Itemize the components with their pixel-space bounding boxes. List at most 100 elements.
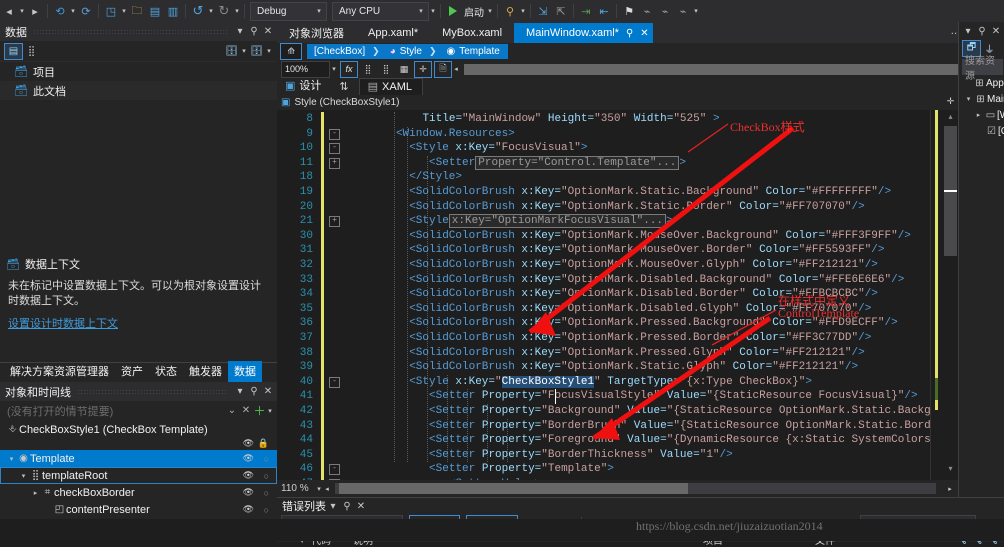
lock-icon[interactable]: ○ (264, 505, 269, 515)
outline-toggle[interactable]: - (329, 376, 340, 388)
code-line[interactable]: <Window.Resources> (396, 127, 515, 142)
chevrons-down-icon[interactable]: ⌄ (225, 405, 239, 416)
eye-icon[interactable]: 👁 (243, 470, 254, 481)
tab-triggers[interactable]: 触发器 (183, 361, 228, 382)
new-project-icon[interactable]: ◳ (102, 2, 120, 20)
code-line[interactable]: <SolidColorBrush x:Key="OptionMark.Stati… (409, 185, 891, 200)
navigate-backward-icon[interactable]: ⟲ (51, 2, 69, 20)
close-icon[interactable]: ✕ (354, 501, 368, 512)
outline-toggle[interactable]: - (329, 128, 340, 140)
save-all-icon[interactable]: ▥ (164, 2, 182, 20)
solution-item-window[interactable]: ▸ ▭ [W (959, 107, 1004, 123)
redo-dropdown-icon[interactable]: ▾ (233, 7, 241, 15)
eye-icon[interactable]: 👁 (243, 504, 254, 515)
swap-panes-button[interactable]: ⇅ (331, 79, 358, 95)
breadcrumb-item-checkbox[interactable]: [CheckBox] (307, 44, 370, 59)
undo-dropdown-icon[interactable]: ▾ (207, 7, 215, 15)
effects-fx-icon[interactable]: fx (340, 60, 358, 78)
code-line[interactable]: <SolidColorBrush x:Key="OptionMark.Stati… (409, 200, 865, 215)
code-line[interactable]: <SolidColorBrush x:Key="OptionMark.Mouse… (409, 258, 878, 273)
objects-root-row[interactable]: ⎀ CheckBoxStyle1 (CheckBox Template) (0, 420, 277, 439)
panel-menu-icon[interactable]: ▾ (233, 386, 247, 397)
panel-menu-icon[interactable]: ▾ (326, 501, 340, 512)
pin-icon[interactable]: ⚲ (975, 26, 989, 37)
data-tree-item-document[interactable]: 🗃 此文档 (0, 81, 277, 100)
breadcrumb-item-template[interactable]: ◉ Template (439, 44, 508, 59)
object-tree-item-template[interactable]: ▾ ◉ Template 👁 ○ (0, 450, 277, 467)
code-line[interactable]: <Style x:Key="CheckBoxStyle1" TargetType… (409, 375, 812, 390)
editor-horizontal-scrollbar[interactable] (335, 483, 936, 494)
start-debug-label[interactable]: 启动 (464, 4, 484, 19)
close-icon[interactable]: ✕ (640, 28, 648, 39)
code-line[interactable]: <SolidColorBrush x:Key="OptionMark.Press… (409, 331, 871, 346)
chevron-down-icon[interactable]: ▾ (240, 47, 248, 55)
panel-overflow-icon[interactable]: ‥ (947, 26, 961, 37)
platform-extra-dropdown-icon[interactable]: ▾ (429, 7, 437, 15)
expander-icon[interactable]: ▾ (963, 95, 974, 103)
collapsed-region[interactable]: x:Key="OptionMarkFocusVisual"... (448, 214, 667, 229)
outline-toggle[interactable]: + (329, 216, 340, 228)
new-project-dropdown-icon[interactable]: ▾ (120, 7, 128, 15)
code-line[interactable]: <Setter Property="Template"> (429, 462, 614, 477)
outline-toggle[interactable]: + (329, 157, 340, 169)
comment-icon[interactable]: ⌁ (638, 2, 656, 20)
lock-icon[interactable]: ○ (264, 471, 269, 481)
snap-grid-icon[interactable]: ⣿ (378, 62, 394, 77)
object-tree-item-checkboxborder[interactable]: ▸ ⌗ checkBoxBorder 👁 ○ (0, 484, 277, 501)
list-view-icon[interactable]: ▤ (4, 42, 23, 60)
tab-states[interactable]: 状态 (149, 361, 183, 382)
code-line[interactable]: <SolidColorBrush x:Key="OptionMark.Mouse… (409, 243, 884, 258)
expander-icon[interactable]: ▾ (6, 455, 17, 463)
code-line[interactable]: <Setter Property="FocusVisualStyle" Valu… (429, 389, 918, 404)
solution-item-mainwindow[interactable]: ▾ ⊞ Main\ (959, 91, 1004, 107)
code-line[interactable]: <SolidColorBrush x:Key="OptionMark.Disab… (409, 273, 904, 288)
tab-mainwindow-xaml[interactable]: MainWindow.xaml* ⚲ ✕ (514, 23, 653, 43)
tab-app-xaml[interactable]: App.xaml* (356, 23, 430, 43)
editor-vertical-scrollbar[interactable]: ▴ ▾ (943, 110, 958, 480)
snap-to-gridlines-icon[interactable]: ▦ (396, 62, 412, 77)
bookmark-icon[interactable]: ⚑ (620, 2, 638, 20)
back-dropdown-icon[interactable]: ▾ (18, 7, 26, 15)
redo-icon[interactable]: ↻ (215, 2, 233, 20)
pin-icon[interactable]: ⚲ (247, 386, 261, 397)
split-view-icon[interactable]: ✛ (943, 92, 958, 110)
solution-explorer-search-input[interactable]: 搜索资源 (962, 56, 1003, 82)
platform-combo[interactable]: Any CPU ▾ (332, 1, 429, 21)
start-debug-icon[interactable] (444, 2, 462, 20)
set-design-time-data-context-link[interactable]: 设置设计时数据上下文 (0, 309, 277, 337)
chevron-down-icon[interactable]: ▾ (266, 407, 274, 415)
chevron-down-icon[interactable]: ▾ (330, 65, 338, 73)
collapsed-region[interactable]: Property="Control.Template"... (475, 155, 680, 170)
navigate-dropdown-icon[interactable]: ▾ (69, 7, 77, 15)
code-line[interactable]: <Style x:Key="OptionMarkFocusVisual"... > (409, 214, 673, 229)
code-line[interactable]: <Setter Property="BorderBrush" Value="{S… (429, 419, 970, 434)
designer-zoom-combo[interactable]: 100% (281, 60, 330, 78)
solution-item-checkbox[interactable]: ☑ [C (959, 123, 1004, 139)
selected-token[interactable]: CheckBoxStyle1 (501, 375, 595, 388)
tab-mybox-xaml[interactable]: MyBox.xaml (430, 23, 514, 43)
back-icon[interactable]: ◂ (0, 2, 18, 20)
designer-horizontal-scrollbar[interactable] (464, 63, 1000, 75)
code-line[interactable]: <Style x:Key="FocusVisual"> (409, 141, 587, 156)
grid-view-icon[interactable]: ⣿ (23, 44, 40, 59)
add-data-source-icon[interactable]: 🗄 (223, 44, 240, 59)
more-tools-icon[interactable]: ⌁ (674, 2, 692, 20)
annotation-icon[interactable]: 🗎 (434, 60, 452, 78)
scroll-right-icon[interactable]: ▸ (946, 485, 954, 493)
data-tree-item-project[interactable]: 🗃 项目 (0, 62, 277, 81)
show-grid-icon[interactable]: ⣿ (360, 62, 376, 77)
configuration-combo[interactable]: Debug ▾ (250, 1, 327, 21)
pin-icon[interactable]: ⚲ (340, 501, 354, 512)
lock-icon[interactable]: ○ (264, 454, 269, 464)
outline-toggle[interactable]: - (329, 143, 340, 155)
code-line[interactable]: <Setter Property="Foreground" Value="{Dy… (429, 433, 1004, 448)
attach-process-icon[interactable]: ⚲ (501, 2, 519, 20)
scrollbar-thumb[interactable] (339, 483, 688, 494)
object-tree-item-contentpresenter[interactable]: ◰ contentPresenter 👁 ○ (0, 501, 277, 518)
expander-icon[interactable]: ▸ (30, 489, 41, 497)
undo-icon[interactable]: ↺ (189, 2, 207, 20)
attach-dropdown-icon[interactable]: ▾ (519, 7, 527, 15)
indent-icon[interactable]: ⇥ (577, 2, 595, 20)
pin-icon[interactable]: ⚲ (626, 28, 633, 39)
scroll-up-icon[interactable]: ▴ (943, 110, 958, 124)
